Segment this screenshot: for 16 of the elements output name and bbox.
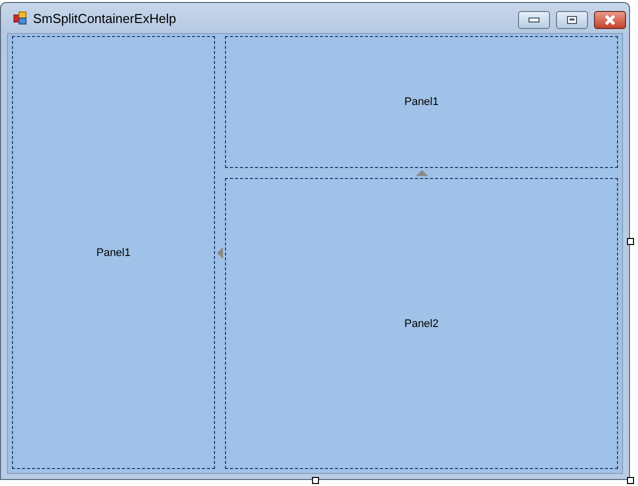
close-icon bbox=[603, 15, 617, 25]
resize-handle[interactable] bbox=[312, 477, 319, 484]
panel-label: Panel2 bbox=[404, 318, 439, 330]
maximize-icon bbox=[566, 15, 578, 25]
resize-handle[interactable] bbox=[627, 477, 634, 484]
minimize-icon bbox=[528, 17, 540, 23]
window-title: SmSplitContainerExHelp bbox=[33, 10, 176, 26]
app-icon bbox=[13, 11, 27, 25]
panel-label: Panel1 bbox=[404, 96, 439, 108]
collapse-up-arrow-icon bbox=[416, 170, 428, 176]
minimize-button[interactable] bbox=[518, 11, 550, 29]
maximize-button[interactable] bbox=[556, 11, 588, 29]
panel-label: Panel1 bbox=[96, 246, 131, 258]
close-button[interactable] bbox=[594, 11, 626, 29]
collapse-left-arrow-icon bbox=[217, 246, 223, 258]
resize-handle[interactable] bbox=[627, 238, 634, 245]
